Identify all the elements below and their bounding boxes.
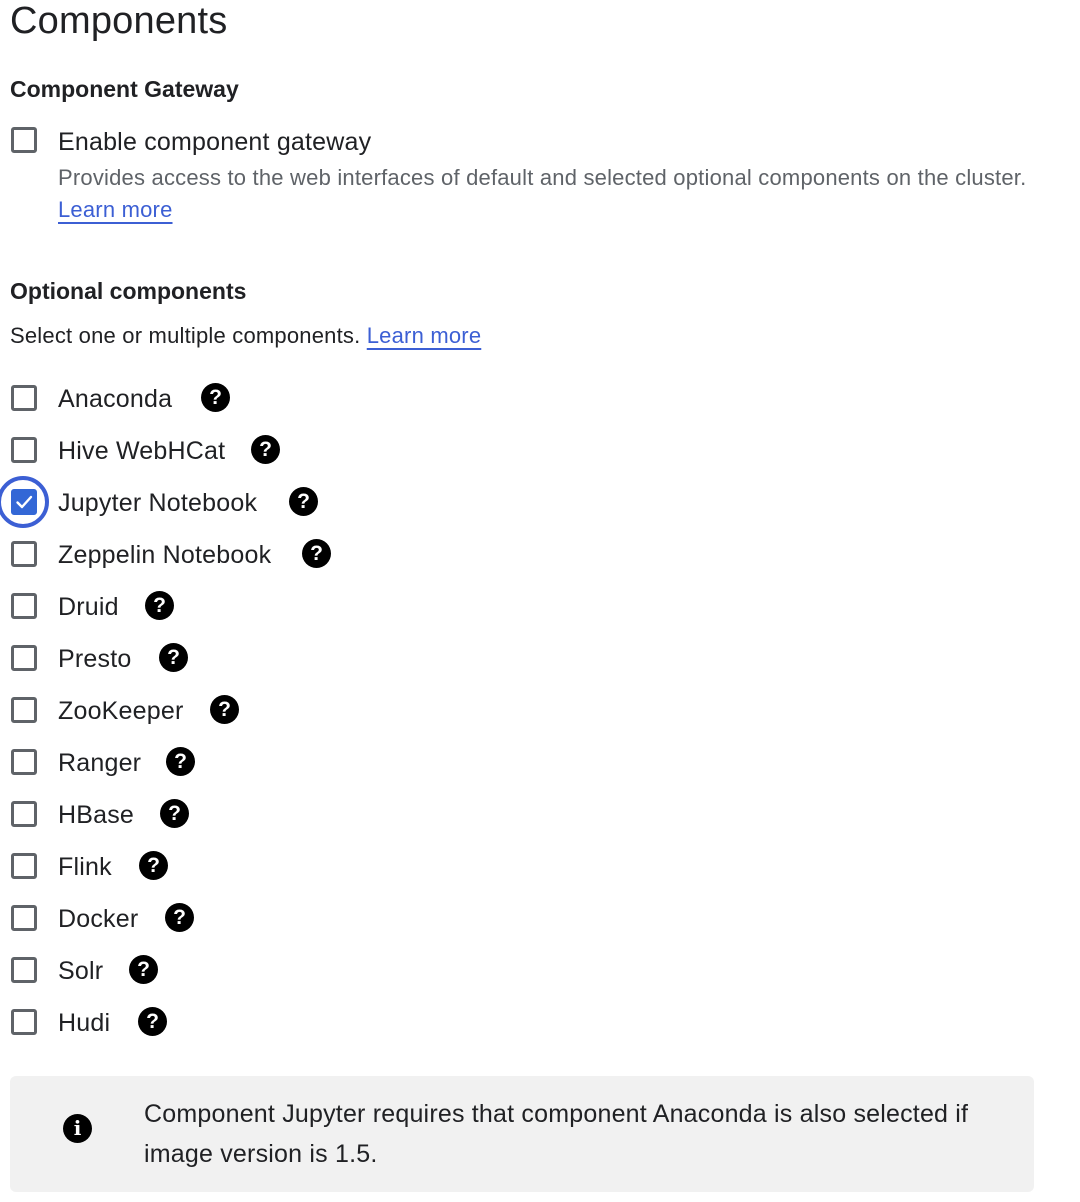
gateway-description: Provides access to the web interfaces of…	[58, 162, 1038, 226]
zeppelin-notebook-checkbox[interactable]	[11, 541, 37, 567]
druid-label[interactable]: Druid	[58, 592, 119, 622]
presto-help-icon[interactable]: ?	[159, 643, 188, 672]
hudi-help-icon[interactable]: ?	[138, 1007, 167, 1036]
gateway-description-text: Provides access to the web interfaces of…	[58, 165, 1027, 190]
jupyter-notebook-label[interactable]: Jupyter Notebook	[58, 488, 257, 518]
druid-checkbox[interactable]	[11, 593, 37, 619]
flink-label[interactable]: Flink	[58, 852, 112, 882]
anaconda-help-icon[interactable]: ?	[201, 383, 230, 412]
page-title: Components	[10, 0, 228, 42]
docker-label[interactable]: Docker	[58, 904, 138, 934]
optional-learn-more-link[interactable]: Learn more	[367, 323, 482, 348]
info-text: Component Jupyter requires that componen…	[144, 1100, 969, 1168]
anaconda-label[interactable]: Anaconda	[58, 384, 172, 414]
hive-webhcat-label[interactable]: Hive WebHCat	[58, 436, 225, 466]
zookeeper-help-icon[interactable]: ?	[210, 695, 239, 724]
hbase-checkbox[interactable]	[11, 801, 37, 827]
solr-help-icon[interactable]: ?	[129, 955, 158, 984]
ranger-checkbox[interactable]	[11, 749, 37, 775]
hbase-help-icon[interactable]: ?	[160, 799, 189, 828]
docker-checkbox[interactable]	[11, 905, 37, 931]
optional-description-text: Select one or multiple components.	[10, 323, 361, 348]
zeppelin-notebook-label[interactable]: Zeppelin Notebook	[58, 540, 271, 570]
checkmark-icon	[16, 495, 33, 509]
anaconda-checkbox[interactable]	[11, 385, 37, 411]
info-notice: i Component Jupyter requires that compon…	[10, 1076, 1034, 1192]
optional-section-title: Optional components	[10, 278, 247, 304]
hbase-label[interactable]: HBase	[58, 800, 134, 830]
enable-gateway-label[interactable]: Enable component gateway	[58, 127, 371, 157]
enable-gateway-checkbox[interactable]	[11, 127, 37, 153]
solr-label[interactable]: Solr	[58, 956, 103, 986]
hudi-checkbox[interactable]	[11, 1009, 37, 1035]
docker-help-icon[interactable]: ?	[165, 903, 194, 932]
optional-description: Select one or multiple components. Learn…	[10, 320, 481, 352]
solr-checkbox[interactable]	[11, 957, 37, 983]
jupyter-notebook-help-icon[interactable]: ?	[289, 487, 318, 516]
hive-webhcat-help-icon[interactable]: ?	[251, 435, 280, 464]
presto-label[interactable]: Presto	[58, 644, 131, 674]
ranger-help-icon[interactable]: ?	[166, 747, 195, 776]
hive-webhcat-checkbox[interactable]	[11, 437, 37, 463]
jupyter-notebook-checkbox[interactable]	[11, 489, 37, 515]
zookeeper-checkbox[interactable]	[11, 697, 37, 723]
gateway-learn-more-link[interactable]: Learn more	[58, 197, 173, 222]
zeppelin-notebook-help-icon[interactable]: ?	[302, 539, 331, 568]
ranger-label[interactable]: Ranger	[58, 748, 141, 778]
hudi-label[interactable]: Hudi	[58, 1008, 110, 1038]
info-icon: i	[63, 1114, 92, 1143]
zookeeper-label[interactable]: ZooKeeper	[58, 696, 184, 726]
flink-checkbox[interactable]	[11, 853, 37, 879]
gateway-section-title: Component Gateway	[10, 76, 239, 102]
druid-help-icon[interactable]: ?	[145, 591, 174, 620]
presto-checkbox[interactable]	[11, 645, 37, 671]
flink-help-icon[interactable]: ?	[139, 851, 168, 880]
